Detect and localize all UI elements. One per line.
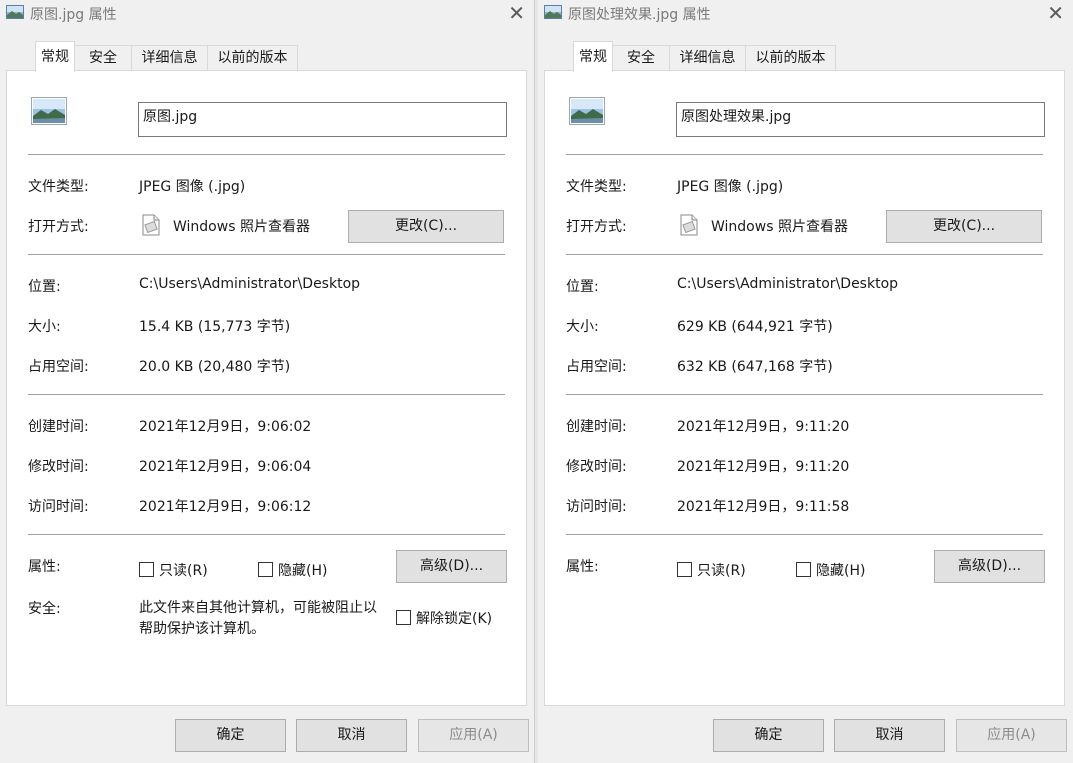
file-type-label: 文件类型: [28,179,89,195]
tab-security[interactable]: 安全 [74,45,132,70]
divider [28,254,505,255]
general-panel: 原图处理效果.jpg 文件类型: JPEG 图像 (.jpg) 打开方式: Wi… [544,70,1065,706]
photo-viewer-icon [142,214,160,236]
modified-value: 2021年12月9日，9:06:04 [139,459,312,475]
hidden-label: 隐藏(H) [278,563,328,579]
divider [566,154,1043,155]
open-with-value: Windows 照片查看器 [711,219,848,235]
tab-general[interactable]: 常规 [35,41,75,72]
divider [28,534,505,535]
readonly-checkbox[interactable]: 只读(R) [139,560,208,580]
tab-general[interactable]: 常规 [573,41,613,72]
window-title: 原图.jpg 属性 [30,7,117,23]
apply-button[interactable]: 应用(A) [956,719,1067,752]
size-on-disk-value: 632 KB (647,168 字节) [677,359,833,375]
created-label: 创建时间: [566,419,627,435]
created-label: 创建时间: [28,419,89,435]
security-label: 安全: [28,601,61,617]
accessed-value: 2021年12月9日，9:11:58 [677,499,850,515]
modified-label: 修改时间: [566,459,627,475]
accessed-label: 访问时间: [28,499,89,515]
general-panel: 原图.jpg 文件类型: JPEG 图像 (.jpg) 打开方式: Window… [6,70,527,706]
readonly-label: 只读(R) [697,563,746,579]
location-value: C:\Users\Administrator\Desktop [677,276,899,292]
created-value: 2021年12月9日，9:06:02 [139,419,312,435]
tab-security[interactable]: 安全 [612,45,670,70]
readonly-label: 只读(R) [159,563,208,579]
tab-previous-versions[interactable]: 以前的版本 [207,45,298,70]
size-label: 大小: [28,319,61,335]
attributes-label: 属性: [28,559,61,575]
advanced-button[interactable]: 高级(D)... [934,550,1045,583]
divider [28,394,505,395]
hidden-checkbox[interactable]: 隐藏(H) [796,560,865,580]
cancel-button[interactable]: 取消 [834,719,945,752]
image-file-icon [6,5,24,19]
filename-input[interactable]: 原图处理效果.jpg [676,102,1045,137]
divider [566,534,1043,535]
checkbox-box[interactable] [796,562,811,577]
readonly-checkbox[interactable]: 只读(R) [677,560,746,580]
ok-button[interactable]: 确定 [175,719,286,752]
close-icon[interactable]: ✕ [1047,3,1064,23]
accessed-label: 访问时间: [566,499,627,515]
tab-previous-versions[interactable]: 以前的版本 [745,45,836,70]
change-button[interactable]: 更改(C)... [348,210,504,243]
hidden-label: 隐藏(H) [816,563,866,579]
created-value: 2021年12月9日，9:11:20 [677,419,850,435]
tab-details[interactable]: 详细信息 [131,45,208,70]
size-on-disk-value: 20.0 KB (20,480 字节) [139,359,291,375]
file-type-value: JPEG 图像 (.jpg) [139,179,246,195]
size-label: 大小: [566,319,599,335]
size-value: 15.4 KB (15,773 字节) [139,319,291,335]
size-value: 629 KB (644,921 字节) [677,319,833,335]
modified-label: 修改时间: [28,459,89,475]
checkbox-box[interactable] [396,610,411,625]
location-label: 位置: [566,279,599,295]
security-message: 此文件来自其他计算机，可能被阻止以帮助保护该计算机。 [139,600,377,637]
advanced-button[interactable]: 高级(D)... [396,550,507,583]
divider [566,254,1043,255]
properties-dialog-processed: 原图处理效果.jpg 属性 ✕ 常规 安全 详细信息 以前的版本 原图处理效果.… [538,0,1073,763]
unblock-checkbox[interactable]: 解除锁定(K) [396,608,492,628]
close-icon[interactable]: ✕ [508,3,525,23]
title-bar[interactable]: 原图.jpg 属性 ✕ [0,0,534,28]
open-with-label: 打开方式: [566,219,627,235]
image-file-icon [544,5,562,19]
change-button[interactable]: 更改(C)... [886,210,1042,243]
checkbox-box[interactable] [677,562,692,577]
unblock-label: 解除锁定(K) [416,611,493,627]
checkbox-box[interactable] [258,562,273,577]
tab-details[interactable]: 详细信息 [669,45,746,70]
filename-input[interactable]: 原图.jpg [138,102,507,137]
size-on-disk-label: 占用空间: [28,359,89,375]
photo-viewer-icon [680,214,698,236]
location-value: C:\Users\Administrator\Desktop [139,276,361,292]
cancel-button[interactable]: 取消 [296,719,407,752]
size-on-disk-label: 占用空间: [566,359,627,375]
ok-button[interactable]: 确定 [713,719,824,752]
file-type-label: 文件类型: [566,179,627,195]
window-title: 原图处理效果.jpg 属性 [568,7,711,23]
attributes-label: 属性: [566,559,599,575]
apply-button[interactable]: 应用(A) [418,719,529,752]
image-thumbnail-icon [31,97,67,125]
file-type-value: JPEG 图像 (.jpg) [677,179,784,195]
accessed-value: 2021年12月9日，9:06:12 [139,499,312,515]
checkbox-box[interactable] [139,562,154,577]
location-label: 位置: [28,279,61,295]
hidden-checkbox[interactable]: 隐藏(H) [258,560,327,580]
divider [566,394,1043,395]
divider [28,154,505,155]
modified-value: 2021年12月9日，9:11:20 [677,459,850,475]
open-with-label: 打开方式: [28,219,89,235]
properties-dialog-original: 原图.jpg 属性 ✕ 常规 安全 详细信息 以前的版本 原图.jpg 文件类型… [0,0,534,763]
title-bar[interactable]: 原图处理效果.jpg 属性 ✕ [538,0,1073,28]
open-with-value: Windows 照片查看器 [173,219,310,235]
image-thumbnail-icon [569,97,605,125]
